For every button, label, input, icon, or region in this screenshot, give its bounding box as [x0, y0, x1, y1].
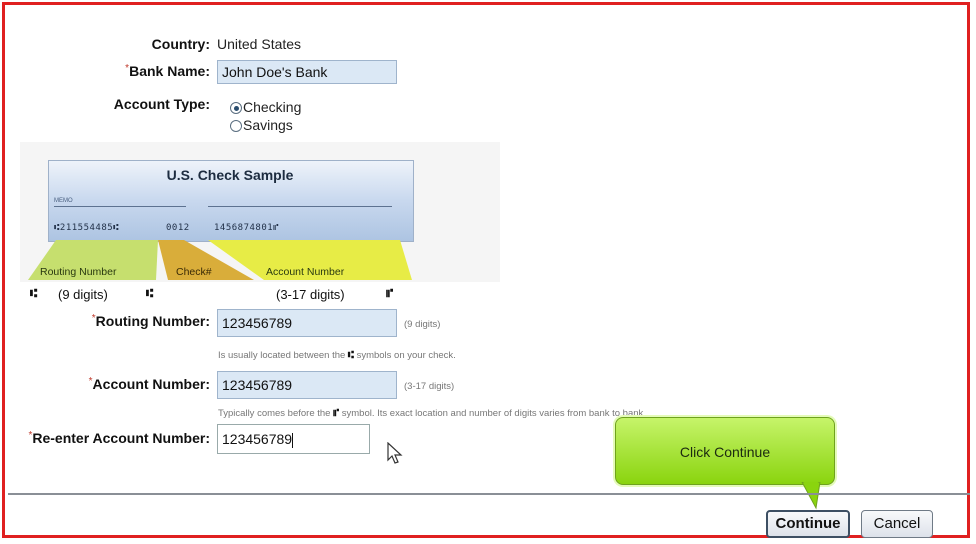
routing-symbol-icon-right: ⑆: [146, 286, 154, 300]
routing-symbol-icon: ⑆: [30, 286, 38, 300]
account-digits-label: (3-17 digits): [276, 287, 345, 302]
account-help-symbol-icon: ⑈: [333, 408, 340, 419]
check-memo-label: MEMO: [54, 198, 73, 204]
click-continue-tooltip: Click Continue: [615, 417, 835, 485]
continue-button[interactable]: Continue: [766, 510, 850, 538]
mouse-cursor-icon: [387, 442, 403, 464]
tooltip-text: Click Continue: [679, 444, 771, 460]
account-digits-hint: (3-17 digits): [404, 381, 455, 392]
radio-checking-indicator[interactable]: [230, 102, 242, 115]
country-value: United States: [217, 36, 302, 52]
account-help-text: Typically comes before the ⑈ symbol. Its…: [218, 408, 646, 419]
radio-savings[interactable]: Savings: [230, 117, 293, 133]
country-label: Country:: [151, 36, 210, 52]
account-callout-label: Account Number: [266, 266, 345, 278]
bank-name-input[interactable]: John Doe's Bank: [217, 60, 397, 84]
routing-number-input[interactable]: 123456789: [217, 309, 397, 337]
check-memo-line: [54, 206, 186, 207]
check-micr-check: 0012: [166, 223, 190, 233]
routing-callout-label: Routing Number: [40, 266, 117, 278]
routing-digits-hint: (9 digits): [404, 319, 441, 330]
account-type-label: Account Type:: [113, 96, 210, 112]
account-number-input[interactable]: 123456789: [217, 371, 397, 399]
check-callout-label: Check#: [176, 266, 212, 278]
check-micr-account: 1456874801⑈: [214, 223, 280, 233]
account-number-label: *Account Number:: [88, 376, 210, 392]
check-sample-overlay: U.S. Check Sample MEMO ⑆211554485⑆ 0012 …: [48, 160, 412, 240]
routing-help-text: Is usually located between the ⑆ symbols…: [218, 350, 456, 361]
footer-divider: [8, 493, 970, 495]
cancel-button[interactable]: Cancel: [861, 510, 933, 538]
text-caret: [292, 432, 294, 448]
reenter-account-label: *Re-enter Account Number:: [28, 430, 210, 446]
reenter-account-input[interactable]: 123456789: [217, 424, 370, 454]
radio-savings-label: Savings: [243, 117, 293, 133]
tooltip-pointer: [801, 482, 821, 510]
check-sample-title: U.S. Check Sample: [166, 167, 294, 183]
routing-help-symbol-icon: ⑆: [347, 350, 354, 361]
check-micr-routing: ⑆211554485⑆: [54, 223, 120, 233]
account-symbol-icon: ⑈: [386, 286, 394, 300]
check-signature-line: [208, 206, 392, 207]
radio-checking-label: Checking: [243, 99, 302, 115]
radio-checking[interactable]: Checking: [230, 99, 301, 115]
bank-name-label: *Bank Name:: [125, 63, 210, 79]
routing-number-label: *Routing Number:: [91, 313, 210, 329]
routing-digits-label: (9 digits): [58, 287, 108, 302]
radio-savings-indicator[interactable]: [230, 120, 242, 133]
check-title-strip: [48, 145, 412, 161]
